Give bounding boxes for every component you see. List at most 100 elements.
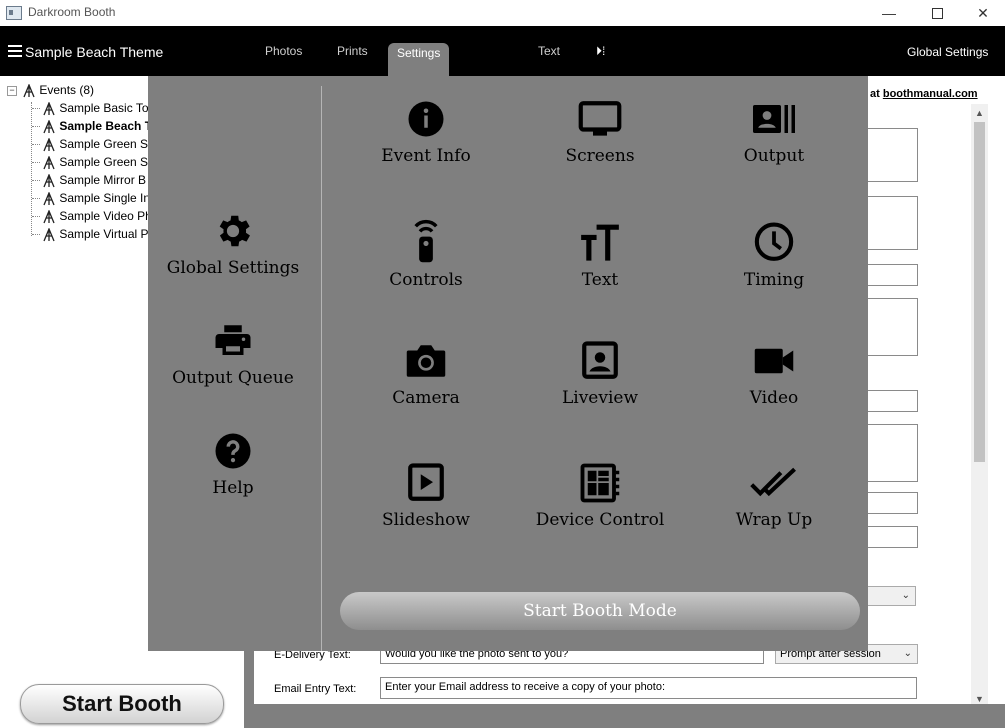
tree-item-label: Sample Green Sc — [59, 155, 155, 169]
double-check-icon — [750, 467, 796, 497]
text-area[interactable] — [864, 298, 918, 356]
menu-output-queue[interactable]: Output Queue — [148, 320, 318, 388]
menu-timing[interactable]: Timing — [689, 216, 859, 290]
app-icon — [6, 6, 22, 20]
tree-item-label: Sample Video Ph — [59, 209, 152, 223]
menu-label: Help — [212, 478, 254, 498]
menu-output[interactable]: Output — [689, 98, 859, 166]
printer-icon — [215, 325, 251, 355]
menu-camera[interactable]: Camera — [341, 340, 511, 408]
chevron-down-icon: ⌄ — [901, 590, 910, 601]
email-entry-field[interactable]: Enter your Email address to receive a co… — [380, 677, 917, 699]
scroll-thumb[interactable] — [974, 122, 985, 462]
menu-label: Output — [743, 146, 805, 166]
text-area[interactable] — [864, 424, 918, 482]
event-icon — [43, 155, 55, 170]
menu-label: Output Queue — [172, 368, 294, 388]
text-field[interactable] — [864, 264, 918, 286]
menu-label: Wrap Up — [735, 510, 813, 530]
form-scrollbar[interactable]: ▲ ▼ — [971, 104, 988, 706]
text-field[interactable] — [864, 492, 918, 514]
text-field[interactable] — [864, 526, 918, 548]
option-select[interactable]: ⌄ — [864, 586, 916, 606]
tab-photos[interactable]: Photos — [265, 44, 302, 58]
text-area[interactable] — [864, 128, 918, 182]
menu-global-settings[interactable]: Global Settings — [148, 210, 318, 278]
manual-link[interactable]: at boothmanual.com — [870, 88, 978, 100]
remote-icon — [414, 219, 438, 263]
menu-help[interactable]: Help — [148, 430, 318, 498]
device-control-icon — [580, 463, 620, 503]
menu-slideshow[interactable]: Slideshow — [341, 462, 511, 530]
event-icon — [43, 137, 55, 152]
start-booth-mode-button[interactable]: Start Booth Mode — [340, 592, 860, 630]
menu-label: Video — [749, 388, 799, 408]
event-icon — [43, 191, 55, 206]
theme-title[interactable]: Sample Beach Theme — [25, 44, 163, 60]
menu-screens[interactable]: Screens — [515, 98, 685, 166]
menu-label: Global Settings — [166, 258, 300, 278]
tab-settings[interactable]: Settings — [388, 43, 450, 76]
menu-label: Controls — [389, 270, 463, 290]
slideshow-icon — [408, 463, 444, 501]
menu-device-control[interactable]: Device Control — [515, 462, 685, 530]
global-settings-link[interactable]: Global Settings — [907, 45, 988, 59]
text-size-icon — [581, 224, 619, 261]
tree-item-selected[interactable]: Sample Beach T — [32, 117, 152, 135]
output-icon — [753, 105, 795, 133]
scroll-down-icon[interactable]: ▼ — [975, 694, 984, 704]
menu-label: Camera — [392, 388, 460, 408]
menu-label: Slideshow — [382, 510, 470, 530]
menu-label: Event Info — [381, 146, 471, 166]
tree-item[interactable]: Sample Green Sc — [32, 135, 154, 153]
tree-root[interactable]: Events (8) — [22, 81, 94, 99]
menu-label: Screens — [565, 146, 635, 166]
form-footer — [244, 704, 1005, 728]
monitor-icon — [578, 101, 622, 136]
tree-item[interactable]: Sample Video Ph — [32, 207, 152, 225]
menu-video[interactable]: Video — [689, 340, 859, 408]
tab-prints[interactable]: Prints — [337, 44, 368, 58]
tree-item[interactable]: Sample Green Sc — [32, 153, 154, 171]
event-icon — [43, 173, 55, 188]
tree-item-label: Sample Beach T — [59, 119, 153, 133]
event-icon — [43, 209, 55, 224]
tree-item-label: Sample Mirror B — [59, 173, 147, 187]
chevron-down-icon: ⌄ — [903, 648, 912, 659]
menu-label: Text — [581, 270, 619, 290]
tree-item[interactable]: Sample Virtual P — [32, 225, 149, 243]
gear-icon — [219, 215, 250, 247]
menu-wrap-up[interactable]: Wrap Up — [689, 462, 859, 530]
minimize-button[interactable]: — — [866, 0, 912, 26]
menu-liveview[interactable]: Liveview — [515, 340, 685, 408]
tree-item[interactable]: Sample Basic To — [32, 99, 149, 117]
tree-item-label: Sample Virtual P — [59, 227, 149, 241]
tree-item[interactable]: Sample Mirror B — [32, 171, 146, 189]
link-prefix: at — [870, 88, 883, 100]
tree-expander-icon[interactable]: − — [7, 86, 17, 96]
menu-controls[interactable]: Controls — [341, 216, 511, 290]
tab-text[interactable]: Text — [538, 44, 560, 58]
link-text[interactable]: boothmanual.com — [883, 88, 978, 100]
text-field[interactable] — [864, 390, 918, 412]
close-button[interactable]: ✕ — [960, 0, 1005, 26]
menu-divider — [321, 86, 322, 651]
portrait-icon — [582, 341, 618, 379]
event-icon — [43, 119, 55, 134]
top-nav: Sample Beach Theme Photos Prints Setting… — [0, 26, 1005, 76]
tab-scroll-arrow-icon[interactable]: ⏵⁞ — [596, 44, 605, 59]
start-booth-button[interactable]: Start Booth — [20, 684, 224, 724]
menu-text[interactable]: Text — [515, 216, 685, 290]
event-icon — [23, 83, 35, 98]
event-icon — [43, 227, 55, 242]
event-icon — [43, 101, 55, 116]
tree-item[interactable]: Sample Single In — [32, 189, 150, 207]
text-area[interactable] — [864, 196, 918, 250]
close-icon: ✕ — [977, 4, 989, 21]
settings-menu: Global Settings Output Queue Help Event … — [148, 76, 868, 651]
hamburger-icon[interactable] — [8, 45, 22, 60]
minimize-icon: — — [882, 5, 896, 21]
scroll-up-icon[interactable]: ▲ — [975, 108, 984, 118]
menu-event-info[interactable]: Event Info — [341, 98, 511, 166]
maximize-button[interactable] — [914, 0, 960, 26]
